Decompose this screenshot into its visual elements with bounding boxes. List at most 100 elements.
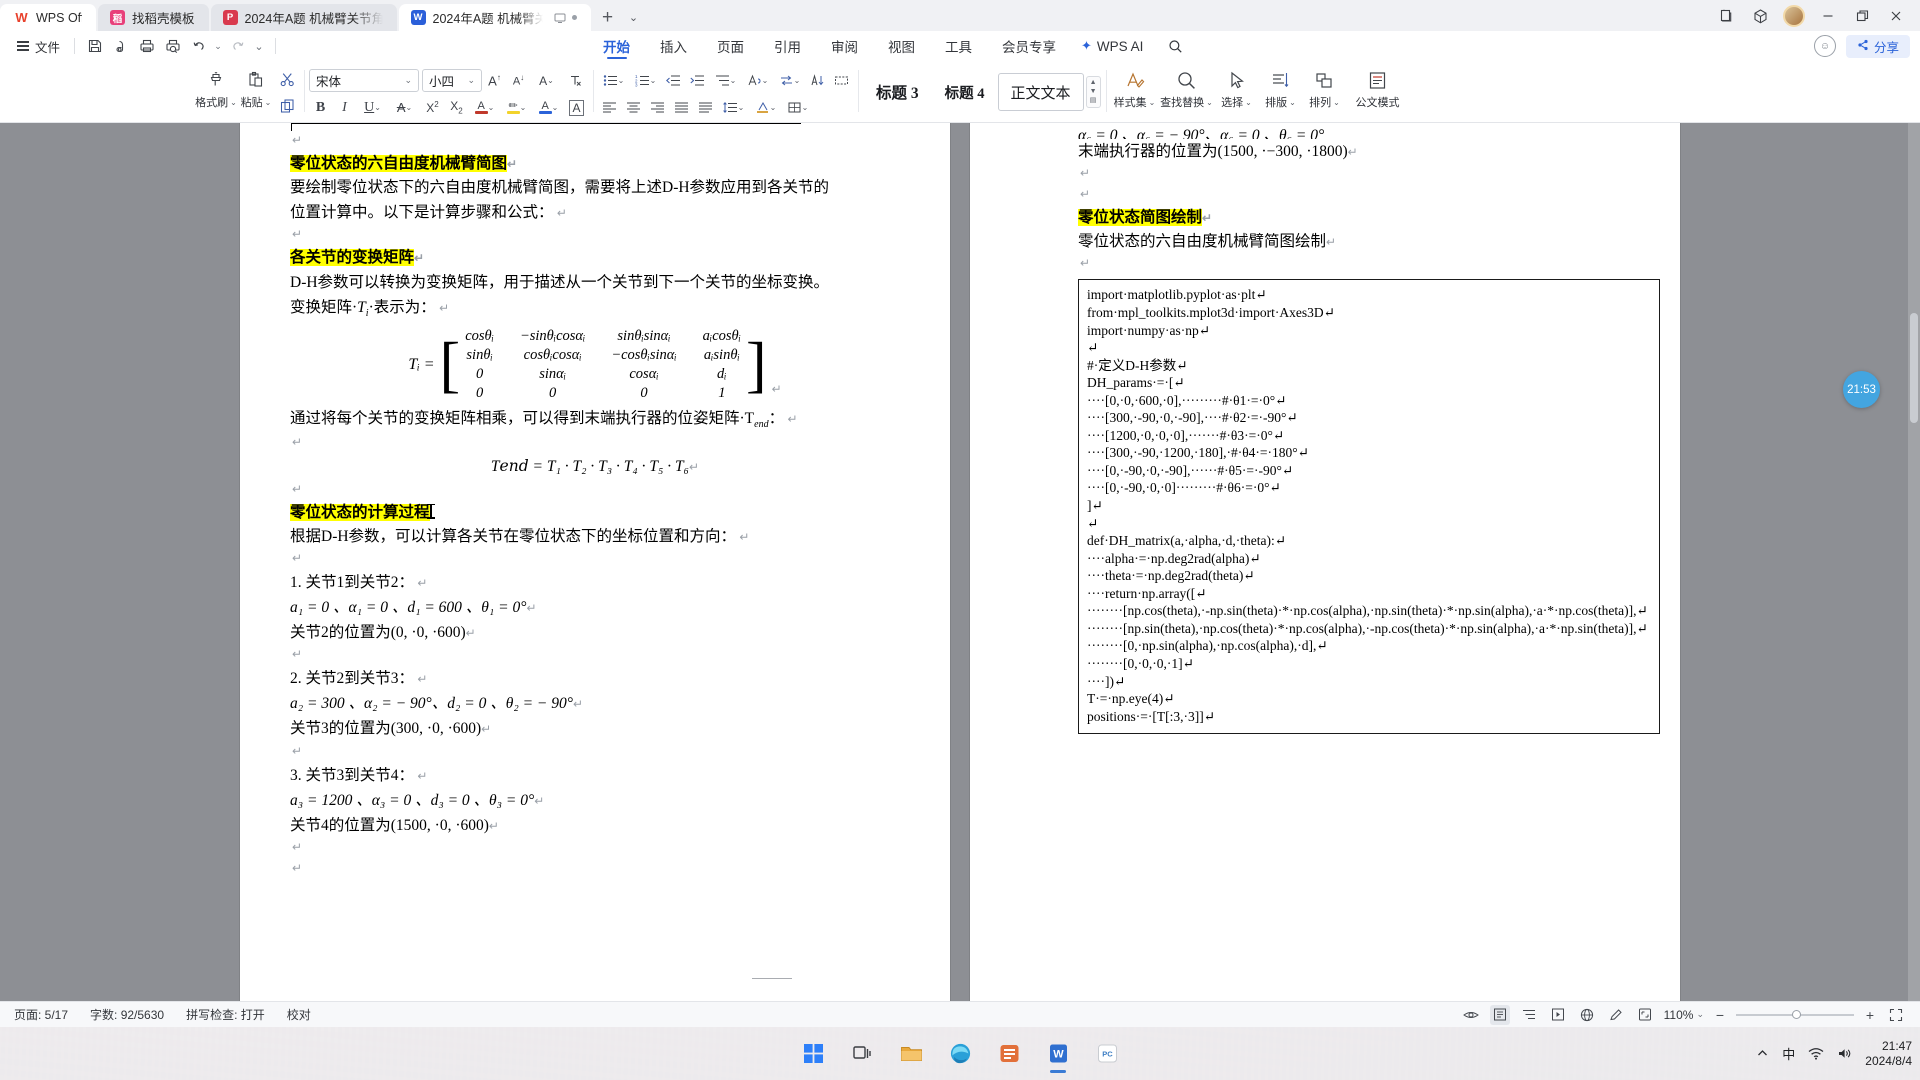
reading-view-icon[interactable] xyxy=(1548,1005,1568,1025)
document-page-left[interactable]: ↵ 零位状态的六自由度机械臂简图↵ 要绘制零位状态下的六自由度机械臂简图，需要将… xyxy=(240,123,950,1001)
copy-icon[interactable] xyxy=(276,95,299,118)
align-left-button[interactable] xyxy=(598,96,621,119)
shading-button[interactable]: ⌄ xyxy=(750,96,781,119)
new-tab-button[interactable]: + xyxy=(593,4,623,31)
ribbon-tab-view[interactable]: 视图 xyxy=(873,31,930,61)
bullet-list-button[interactable]: ⌄ xyxy=(598,69,629,92)
clear-format-button[interactable] xyxy=(563,69,586,92)
copy-window-icon[interactable] xyxy=(1710,3,1742,29)
quick-access-more-caret-icon[interactable]: ⌄ xyxy=(250,34,268,58)
decrease-font-size-button[interactable]: A↓ xyxy=(507,69,530,92)
paste-button[interactable]: 粘贴 ⌄ xyxy=(236,65,276,110)
italic-button[interactable]: I xyxy=(333,96,356,119)
file-menu-button[interactable]: 文件 xyxy=(10,33,67,59)
wps-writer-icon[interactable]: W xyxy=(1038,1034,1078,1074)
show-marks-button[interactable] xyxy=(830,69,853,92)
ribbon-tab-page[interactable]: 页面 xyxy=(702,31,759,61)
font-color-button[interactable]: A ⌄ xyxy=(533,96,564,119)
official-doc-mode-button[interactable]: 公文模式 xyxy=(1347,65,1409,110)
redo-icon[interactable] xyxy=(224,34,250,58)
strikethrough-button[interactable]: A ⌄ xyxy=(389,96,420,119)
ribbon-tab-member[interactable]: 会员专享 xyxy=(987,31,1071,61)
arrange-button[interactable]: 排列 ⌄ xyxy=(1303,65,1347,110)
text-effects-button[interactable]: A ⌄ xyxy=(531,69,562,92)
zoom-slider[interactable] xyxy=(1736,1008,1854,1022)
tab-wps-home[interactable]: W WPS Office xyxy=(0,4,96,31)
tab-pdf-document[interactable]: P 2024年A题 机械臂关节角路径的优化 xyxy=(210,4,397,31)
tab-list-caret-icon[interactable]: ⌄ xyxy=(623,4,645,31)
start-windows-icon[interactable] xyxy=(793,1034,833,1074)
zoom-in-button[interactable]: + xyxy=(1863,1007,1877,1023)
style-set-button[interactable]: 样式集 ⌄ xyxy=(1111,65,1159,110)
scroll-down-icon[interactable]: ▼ xyxy=(1088,88,1099,96)
borders-button[interactable]: ⌄ xyxy=(782,96,813,119)
ribbon-search-icon[interactable] xyxy=(1153,31,1198,61)
style-heading-3[interactable]: 标题 3 xyxy=(863,73,932,111)
distribute-button[interactable] xyxy=(694,96,717,119)
print-icon[interactable] xyxy=(134,34,160,58)
highlight-color-button[interactable]: ✏ ⌄ xyxy=(501,96,532,119)
sort-button[interactable] xyxy=(806,69,829,92)
ribbon-tab-tools[interactable]: 工具 xyxy=(930,31,987,61)
page-indicator[interactable]: 页面: 5/17 xyxy=(14,1006,68,1023)
zoom-out-button[interactable]: − xyxy=(1713,1007,1727,1023)
increase-font-size-button[interactable]: A↑ xyxy=(483,69,506,92)
style-body-text[interactable]: 正文文本 xyxy=(997,73,1084,111)
bold-button[interactable]: B xyxy=(309,96,332,119)
wifi-icon[interactable] xyxy=(1808,1047,1824,1060)
edit-pen-icon[interactable] xyxy=(1606,1005,1626,1025)
align-center-button[interactable] xyxy=(622,96,645,119)
scroll-up-icon[interactable]: ▲ xyxy=(1088,79,1099,87)
user-avatar[interactable] xyxy=(1783,5,1805,27)
code-block[interactable]: import·matplotlib.pyplot·as·plt↵ from·mp… xyxy=(1078,279,1660,735)
typeset-button[interactable]: 排版 ⌄ xyxy=(1259,65,1303,110)
fit-page-icon[interactable] xyxy=(1635,1005,1655,1025)
eye-icon[interactable] xyxy=(1461,1005,1481,1025)
font-name-select[interactable]: 宋体 ⌄ xyxy=(309,69,419,92)
find-replace-button[interactable]: 查找替换 ⌄ xyxy=(1159,65,1215,110)
volume-icon[interactable] xyxy=(1837,1047,1852,1060)
scrollbar-thumb[interactable] xyxy=(1910,313,1918,423)
zoom-slider-knob[interactable] xyxy=(1792,1010,1801,1019)
subscript-button[interactable]: X2 xyxy=(445,96,468,119)
ribbon-tab-start[interactable]: 开始 xyxy=(588,31,645,61)
outline-view-icon[interactable] xyxy=(1519,1005,1539,1025)
ribbon-tab-review[interactable]: 审阅 xyxy=(816,31,873,61)
pc-manager-icon[interactable]: PC xyxy=(1087,1034,1127,1074)
save-icon[interactable] xyxy=(82,34,108,58)
spellcheck-status[interactable]: 拼写检查: 打开 xyxy=(186,1006,265,1023)
underline-button[interactable]: U ⌄ xyxy=(357,96,388,119)
tab-docer-template[interactable]: 稻 找稻壳模板 xyxy=(98,4,209,31)
wps-ai-button[interactable]: ✦ WPS AI xyxy=(1071,31,1153,61)
undo-icon[interactable] xyxy=(186,34,212,58)
format-painter-button[interactable]: 格式刷 ⌄ xyxy=(195,65,237,110)
app-orange-icon[interactable] xyxy=(989,1034,1029,1074)
page-view-icon[interactable] xyxy=(1489,1004,1510,1025)
scroll-more-icon[interactable]: ▤ xyxy=(1088,97,1099,105)
select-button[interactable]: 选择 ⌄ xyxy=(1215,65,1259,110)
web-view-icon[interactable] xyxy=(1577,1005,1597,1025)
document-canvas[interactable]: ↵ 零位状态的六自由度机械臂简图↵ 要绘制零位状态下的六自由度机械臂简图，需要将… xyxy=(0,123,1920,1001)
edge-browser-icon[interactable] xyxy=(940,1034,980,1074)
cut-icon[interactable] xyxy=(276,68,299,91)
align-right-button[interactable] xyxy=(646,96,669,119)
line-spacing-button[interactable]: ⌄ xyxy=(718,96,749,119)
multilevel-list-button[interactable]: ⌄ xyxy=(710,69,741,92)
tray-chevron-up-icon[interactable] xyxy=(1756,1047,1769,1060)
file-explorer-icon[interactable] xyxy=(891,1034,931,1074)
text-color-button[interactable]: A ⌄ xyxy=(469,96,500,119)
proofread-button[interactable]: 校对 xyxy=(287,1006,311,1023)
asian-layout-button[interactable]: ⌄ xyxy=(742,69,773,92)
minimize-icon[interactable] xyxy=(1812,3,1844,29)
font-size-select[interactable]: 小四 ⌄ xyxy=(422,69,482,92)
decrease-indent-button[interactable] xyxy=(662,69,685,92)
restore-icon[interactable] xyxy=(1846,3,1878,29)
print-preview-icon[interactable] xyxy=(160,34,186,58)
style-heading-4[interactable]: 标题 4 xyxy=(932,73,998,111)
ribbon-tab-reference[interactable]: 引用 xyxy=(759,31,816,61)
save-as-cloud-icon[interactable] xyxy=(108,34,134,58)
zoom-level[interactable]: 110% ⌄ xyxy=(1664,1008,1704,1022)
fullscreen-icon[interactable] xyxy=(1886,1005,1906,1025)
cube-icon[interactable] xyxy=(1744,3,1776,29)
word-count[interactable]: 字数: 92/5630 xyxy=(90,1006,164,1023)
